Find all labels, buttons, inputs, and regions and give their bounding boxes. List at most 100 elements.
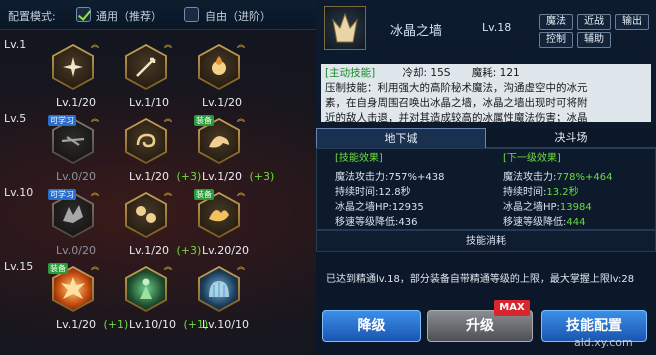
skill-level-text: Lv.10/10 (202, 318, 249, 331)
tag-melee: 近战 (577, 14, 611, 30)
skill-slot[interactable]: ︽ 可学习 (48, 115, 99, 164)
wing-icon (63, 205, 83, 223)
skill-level-text: Lv.1/10 (129, 96, 169, 109)
mana-cost-text: 魔耗: 121 (471, 67, 520, 79)
skill-level-text: Lv.1/20 (202, 96, 242, 109)
skill-hex-frame (52, 44, 94, 90)
skill-slot[interactable]: ︽ 装备 (194, 115, 245, 164)
skill-level: Lv.18 (482, 21, 512, 34)
flame-beast-icon (209, 210, 229, 222)
desc-header: [主动技能] 冷却: 15S 魔耗: 121 (325, 66, 647, 81)
fire-orb-icon (212, 56, 226, 75)
tab-arena[interactable]: 决斗场 (486, 128, 656, 148)
skill-slot[interactable]: ︽ 装备 (194, 189, 245, 238)
effect-row: 移速等级降低:436 (335, 216, 417, 230)
skill-slot[interactable]: ︽ 装备 (48, 263, 99, 312)
skill-level-value: Lv.1/20 (56, 318, 96, 331)
effect-row: 魔法攻击力:778%+464 (503, 171, 612, 185)
skill-detail-panel: 冰晶之墙 Lv.18 魔法 近战 输出 控制 辅助 [主动技能] 冷却: 15S… (316, 0, 656, 355)
general-mode-checkbox[interactable] (76, 7, 91, 22)
swirl-icon (136, 133, 156, 148)
rank-chevron-icon: ︽ (164, 40, 172, 49)
skill-level-text: Lv.0/20 (56, 170, 96, 183)
tab-dungeon[interactable]: 地下城 (316, 128, 486, 148)
skill-level-value: Lv.10/10 (129, 318, 176, 331)
effect-box: [技能效果] [下一级效果] 魔法攻击力:757%+438 持续时间:12.8秒冰… (316, 148, 656, 230)
learnable-badge: 可学习 (48, 189, 76, 200)
ice-shard-icon (61, 136, 85, 146)
config-bar: 配置模式: 通用（推荐） 自由（进阶） (0, 0, 316, 30)
free-mode-label[interactable]: 自由（进阶） (205, 8, 271, 24)
skill-level-value: Lv.1/20 (56, 96, 96, 109)
desc-line: 近的敌人击退，并对其造成较高的冰属性魔法伤害；冰晶 (325, 112, 588, 122)
skill-slot[interactable]: ︽ (125, 263, 172, 312)
effect-value: 436 (398, 217, 418, 228)
config-mode-label: 配置模式: (8, 10, 56, 23)
effect-label: 魔法攻击力: (335, 172, 389, 183)
rank-chevron-icon: ︽ (164, 188, 172, 197)
ice-dome-icon (209, 281, 229, 297)
skill-level-text: Lv.10/10 (+1) (129, 318, 208, 331)
skill-slot[interactable]: ︽ 可学习 (48, 189, 99, 238)
level-label: Lv.5 (4, 112, 27, 125)
skill-slot[interactable]: ︽ (52, 41, 99, 90)
skill-level-text: Lv.0/20 (56, 244, 96, 257)
skill-level-text: Lv.1/20 (56, 96, 96, 109)
skill-level-value: Lv.1/10 (129, 96, 169, 109)
effect-value: 444 (566, 217, 586, 228)
skill-level-text: Lv.20/20 (202, 244, 249, 257)
skill-slot[interactable]: ︽ (125, 115, 172, 164)
level-label: Lv.1 (4, 38, 27, 51)
tag-control: 控制 (539, 32, 573, 48)
free-mode-checkbox[interactable] (184, 7, 199, 22)
tag-support: 辅助 (577, 32, 611, 48)
skill-bonus-value: (+1) (99, 318, 129, 331)
cooldown-text: 冷却: 15S (402, 67, 451, 79)
level-label: Lv.15 (4, 260, 34, 273)
effect-row: 冰晶之墙HP:12935 (335, 201, 424, 215)
effect-label: 魔法攻击力: (503, 172, 557, 183)
rank-chevron-icon: ︽ (237, 40, 245, 49)
skill-level-text: Lv.1/20 (+3) (129, 170, 201, 183)
rank-chevron-icon: ︽ (237, 188, 245, 197)
skill-hex-frame (125, 44, 167, 90)
equipped-badge: 装备 (194, 189, 214, 200)
effect-row: 魔法攻击力:757%+438 (335, 171, 444, 185)
skill-level-text: Lv.1/20 (+3) (129, 244, 201, 257)
skill-level-value: Lv.1/20 (202, 170, 242, 183)
equipped-badge: 装备 (48, 263, 68, 274)
effect-row: 持续时间:13.2秒 (503, 186, 579, 200)
desc-line: 素，在自身周围召唤出冰晶之墙，冰晶之墙出现时可将附 (325, 97, 588, 109)
skill-hex-frame (198, 44, 240, 90)
skill-level-value: Lv.0/20 (56, 244, 96, 257)
skill-slot[interactable]: ︽ (125, 41, 172, 90)
skill-slot[interactable]: ︽ (198, 263, 245, 312)
skill-hex-frame (125, 118, 167, 164)
effect-row: 冰晶之墙HP:13984 (503, 201, 592, 215)
skill-hex-frame (198, 266, 240, 312)
tag-magic: 魔法 (539, 14, 573, 30)
skill-slot[interactable]: ︽ (125, 189, 172, 238)
skill-description[interactable]: [主动技能] 冷却: 15S 魔耗: 121 压制技能：利用强大的高阶秘术魔法，… (321, 64, 651, 122)
dragon-icon (209, 136, 229, 148)
max-badge: MAX (494, 300, 530, 316)
effect-label: 移速等级降低: (335, 217, 399, 228)
green-mage-icon (140, 278, 152, 299)
skill-slot[interactable]: ︽ (198, 41, 245, 90)
effect-row: 移速等级降低:444 (503, 216, 585, 230)
downgrade-button[interactable]: 降级 (322, 310, 421, 342)
effect-value: 13.2秒 (546, 187, 579, 198)
skill-level-text: Lv.1/20 (+1) (56, 318, 128, 331)
rank-chevron-icon: ︽ (91, 188, 99, 197)
skill-level-value: Lv.1/20 (129, 244, 169, 257)
skill-cost-header: 技能消耗 (316, 230, 656, 252)
skill-hex-frame (125, 192, 167, 238)
general-mode-label[interactable]: 通用（推荐） (96, 8, 162, 24)
current-effect-header: [技能效果] (335, 153, 383, 164)
rank-chevron-icon: ︽ (91, 40, 99, 49)
star-burst-icon (63, 57, 83, 77)
watermark: ald.xy.com (574, 336, 633, 349)
skill-bonus-value: (+3) (172, 170, 202, 183)
effect-value: 12.8秒 (378, 187, 411, 198)
effect-label: 移速等级降低: (503, 217, 567, 228)
